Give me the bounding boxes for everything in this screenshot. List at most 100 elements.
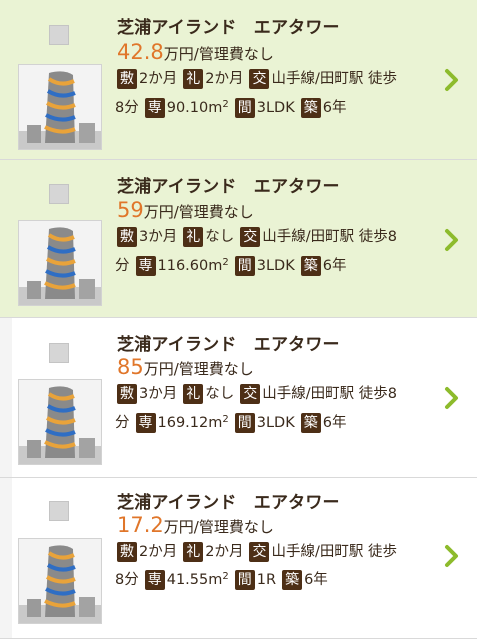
key-money-badge: 礼	[183, 542, 204, 562]
info-line-1: 敷 2か月礼 2か月交山手線/田町駅 徒歩	[117, 541, 403, 563]
age-value: 6年	[322, 415, 347, 431]
select-checkbox[interactable]	[49, 184, 69, 204]
age-value: 6年	[304, 572, 328, 588]
select-checkbox[interactable]	[49, 25, 69, 45]
rent-price: 85万円/管理費なし	[117, 355, 254, 379]
area-badge: 専	[135, 256, 156, 276]
info-line-1: 敷 3か月礼なし交山手線/田町駅 徒歩8	[117, 383, 403, 405]
row-edge	[0, 478, 12, 638]
layout-badge: 間	[234, 98, 255, 118]
area-number: 116.60m	[157, 258, 223, 274]
age-badge: 築	[282, 570, 303, 590]
property-name[interactable]: 芝浦アイランド エアタワー	[117, 330, 340, 355]
access-badge: 交	[249, 542, 270, 562]
chevron-right-icon[interactable]	[443, 68, 461, 92]
access-value: 山手線/田町駅 徒歩8	[262, 229, 397, 245]
layout-value: 1R	[256, 572, 277, 588]
property-name[interactable]: 芝浦アイランド エアタワー	[117, 13, 340, 38]
layout-value: 3LDK	[256, 100, 295, 116]
access-value: 山手線/田町駅 徒歩	[271, 544, 397, 560]
age-badge: 築	[300, 413, 321, 433]
row-edge	[0, 318, 12, 477]
key-money-value: 2か月	[205, 71, 244, 87]
deposit-value: 3か月	[139, 229, 178, 245]
access-value-cont: 分	[115, 415, 130, 431]
area-value: 90.10m2	[166, 99, 229, 116]
area-superscript: 2	[222, 571, 229, 582]
building-thumbnail[interactable]	[18, 64, 102, 150]
rent-price: 42.8万円/管理費なし	[117, 40, 274, 64]
select-checkbox[interactable]	[49, 343, 69, 363]
area-badge: 専	[144, 98, 165, 118]
info-line-1: 敷 2か月礼 2か月交山手線/田町駅 徒歩	[117, 68, 403, 90]
listing-item[interactable]: 芝浦アイランド エアタワー 85万円/管理費なし 敷 3か月礼なし交山手線/田町駅…	[0, 318, 477, 478]
deposit-badge: 敷	[117, 69, 137, 89]
layout-badge: 間	[234, 570, 255, 590]
area-superscript: 2	[222, 414, 229, 425]
rent-unit: 万円/管理費なし	[143, 360, 254, 378]
chevron-right-icon[interactable]	[443, 544, 461, 568]
area-superscript: 2	[222, 99, 229, 110]
chevron-right-icon[interactable]	[443, 386, 461, 410]
info-line-2: 8分専 90.10m2 間 3LDK 築 6年	[115, 97, 352, 119]
layout-badge: 間	[234, 256, 255, 276]
deposit-value: 3か月	[139, 386, 178, 402]
building-thumbnail[interactable]	[18, 538, 102, 624]
info-line-2: 8分専 41.55m2 間 1R 築 6年	[115, 569, 334, 591]
rent-price: 59万円/管理費なし	[117, 198, 254, 222]
area-value: 116.60m2	[157, 257, 229, 274]
building-photo-icon	[19, 539, 101, 623]
rent-amount: 42.8	[117, 40, 164, 64]
layout-badge: 間	[234, 413, 255, 433]
access-badge: 交	[240, 227, 261, 247]
area-badge: 専	[144, 570, 165, 590]
key-money-badge: 礼	[183, 384, 204, 404]
key-money-value: なし	[205, 386, 235, 402]
listing-item[interactable]: 芝浦アイランド エアタワー 42.8万円/管理費なし 敷 2か月礼 2か月交山手線/…	[0, 0, 477, 160]
chevron-right-icon[interactable]	[443, 228, 461, 252]
building-thumbnail[interactable]	[18, 379, 102, 465]
info-line-1: 敷 3か月礼なし交山手線/田町駅 徒歩8	[117, 226, 403, 248]
layout-value: 3LDK	[256, 258, 295, 274]
deposit-badge: 敷	[117, 384, 137, 404]
age-value: 6年	[322, 258, 347, 274]
building-thumbnail[interactable]	[18, 220, 102, 306]
listing-item[interactable]: 芝浦アイランド エアタワー 59万円/管理費なし 敷 3か月礼なし交山手線/田町駅…	[0, 160, 477, 318]
rent-unit: 万円/管理費なし	[143, 203, 254, 221]
building-photo-icon	[19, 221, 101, 305]
area-badge: 専	[135, 413, 156, 433]
deposit-badge: 敷	[117, 542, 137, 562]
access-badge: 交	[249, 69, 270, 89]
rent-price: 17.2万円/管理費なし	[117, 513, 274, 537]
rent-amount: 85	[117, 355, 144, 379]
age-badge: 築	[300, 98, 321, 118]
key-money-badge: 礼	[183, 227, 204, 247]
property-name[interactable]: 芝浦アイランド エアタワー	[117, 172, 340, 197]
select-checkbox[interactable]	[49, 501, 69, 521]
area-superscript: 2	[222, 257, 229, 268]
info-line-2: 分専 169.12m2 間 3LDK 築 6年	[115, 412, 352, 434]
property-name[interactable]: 芝浦アイランド エアタワー	[117, 488, 340, 513]
building-photo-icon	[19, 65, 101, 149]
info-line-2: 分専 116.60m2 間 3LDK 築 6年	[115, 255, 352, 277]
age-badge: 築	[300, 256, 321, 276]
access-value: 山手線/田町駅 徒歩8	[262, 386, 397, 402]
area-number: 41.55m	[166, 572, 223, 588]
key-money-value: 2か月	[205, 544, 244, 560]
key-money-value: なし	[205, 229, 235, 245]
key-money-badge: 礼	[183, 69, 204, 89]
deposit-value: 2か月	[139, 71, 178, 87]
area-value: 41.55m2	[166, 571, 229, 588]
access-value-cont: 8分	[115, 572, 139, 588]
listing-item[interactable]: 芝浦アイランド エアタワー 17.2万円/管理費なし 敷 2か月礼 2か月交山手線/…	[0, 478, 477, 639]
building-photo-icon	[19, 380, 101, 464]
rent-unit: 万円/管理費なし	[163, 518, 274, 536]
area-number: 169.12m	[157, 415, 223, 431]
deposit-value: 2か月	[139, 544, 178, 560]
area-number: 90.10m	[166, 100, 223, 116]
rent-unit: 万円/管理費なし	[163, 45, 274, 63]
access-value-cont: 8分	[115, 100, 139, 116]
deposit-badge: 敷	[117, 227, 137, 247]
rent-amount: 59	[117, 198, 144, 222]
access-value-cont: 分	[115, 258, 130, 274]
